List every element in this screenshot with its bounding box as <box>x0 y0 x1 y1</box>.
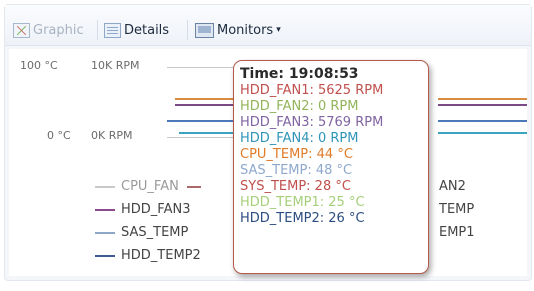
chart-icon <box>13 22 30 38</box>
series-line-orange-right <box>438 98 527 100</box>
tooltip-row: HDD_FAN4: 0 RPM <box>240 131 359 146</box>
y-left-max-label: 100 °C <box>20 59 58 72</box>
series-line-teal-right <box>438 132 527 134</box>
tooltip-row: HDD_TEMP1: 25 °C <box>240 195 365 210</box>
chevron-down-icon: ▾ <box>276 25 281 35</box>
series-line-blue <box>167 120 237 122</box>
tooltip-row: CPU_TEMP: 44 °C <box>240 147 353 162</box>
monitors-dropdown[interactable]: Monitors ▾ <box>195 19 281 41</box>
toolbar-divider <box>187 20 188 40</box>
legend-item[interactable]: AN2 <box>439 179 466 194</box>
legend-item[interactable]: TEMP <box>439 202 474 217</box>
toolbar: Graphic Details Monitors ▾ <box>5 5 531 46</box>
y-left-min-label: 0 °C <box>47 129 71 142</box>
gridline-top <box>167 67 237 68</box>
y-right-min-label: 0K RPM <box>91 129 133 142</box>
tooltip-row: SYS_TEMP: 28 °C <box>240 179 351 194</box>
graphic-tab[interactable]: Graphic <box>13 19 84 41</box>
legend-item[interactable]: HDD_FAN3 <box>95 202 190 217</box>
chart-tooltip: Time: 19:08:53 HDD_FAN1: 5625 RPM HDD_FA… <box>233 60 429 274</box>
y-right-max-label: 10K RPM <box>91 59 140 72</box>
graphic-label: Graphic <box>33 22 84 38</box>
details-icon <box>104 22 121 38</box>
legend-label: EMP1 <box>439 225 475 240</box>
legend-swatch <box>186 185 201 188</box>
legend-swatch <box>95 254 115 257</box>
monitors-label: Monitors <box>217 22 274 38</box>
legend-item[interactable]: CPU_FAN <box>95 179 207 194</box>
toolbar-divider <box>97 20 98 40</box>
details-label: Details <box>124 22 170 38</box>
legend-label: HDD_FAN3 <box>121 202 191 217</box>
series-line-purple <box>175 104 237 106</box>
series-line-orange <box>175 98 237 100</box>
tooltip-row: SAS_TEMP: 48 °C <box>240 163 353 178</box>
legend-item[interactable]: EMP1 <box>439 225 475 240</box>
tooltip-row: HDD_FAN1: 5625 RPM <box>240 83 384 98</box>
legend-label: TEMP <box>439 202 475 217</box>
tooltip-row: HDD_TEMP2: 26 °C <box>240 211 365 226</box>
legend-item[interactable]: HDD_TEMP2 <box>95 248 201 263</box>
legend-label: SAS_TEMP <box>121 225 189 240</box>
series-line-teal <box>179 132 237 134</box>
tooltip-row: HDD_FAN2: 0 RPM <box>240 99 359 114</box>
legend-label: HDD_TEMP2 <box>121 248 201 263</box>
details-tab[interactable]: Details <box>104 19 169 41</box>
legend-swatch <box>95 231 115 234</box>
legend-item[interactable]: SAS_TEMP <box>95 225 188 240</box>
monitor-icon <box>195 22 214 38</box>
legend-label: AN2 <box>439 179 466 194</box>
series-line-purple-right <box>438 104 527 106</box>
gridline-bottom <box>167 137 237 138</box>
legend-label: CPU_FAN <box>121 179 179 194</box>
legend-swatch <box>95 185 115 188</box>
legend-swatch <box>95 208 115 211</box>
series-line-blue-right <box>438 120 527 122</box>
tooltip-row: HDD_FAN3: 5769 RPM <box>240 115 384 130</box>
tooltip-time: Time: 19:08:53 <box>240 66 359 82</box>
